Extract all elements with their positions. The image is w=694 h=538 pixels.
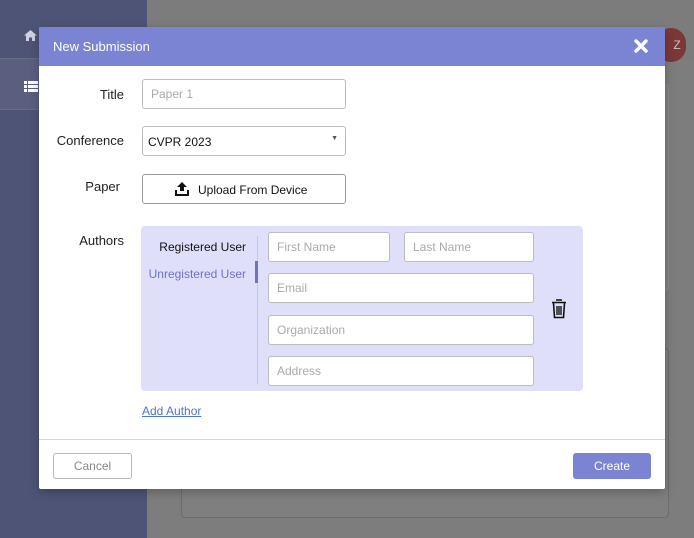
trash-icon	[552, 299, 566, 319]
delete-author-button[interactable]	[551, 299, 567, 319]
footer-divider	[39, 439, 665, 440]
caret-down-icon: ▼	[331, 135, 338, 142]
address-input[interactable]	[268, 356, 534, 386]
email-input[interactable]	[268, 273, 534, 303]
dialog-title: New Submission	[53, 39, 150, 54]
new-submission-dialog: New Submission Title Conference CVPR 202…	[39, 27, 665, 489]
list-icon	[24, 81, 38, 92]
tab-divider	[257, 236, 258, 384]
paper-label: Paper	[85, 179, 120, 194]
add-author-link[interactable]: Add Author	[142, 404, 201, 418]
cancel-button[interactable]: Cancel	[53, 453, 132, 479]
last-name-input[interactable]	[404, 232, 534, 262]
organization-input[interactable]	[268, 315, 534, 345]
upload-button[interactable]: Upload From Device	[142, 174, 346, 204]
create-button[interactable]: Create	[573, 453, 651, 479]
conference-label: Conference	[56, 133, 124, 148]
conference-select[interactable]: CVPR 2023 ▼	[142, 126, 346, 156]
title-input[interactable]	[142, 79, 346, 109]
dialog-header: New Submission	[39, 27, 665, 66]
home-icon	[24, 30, 37, 41]
authors-label: Authors	[79, 233, 124, 248]
upload-label: Upload From Device	[198, 183, 308, 197]
title-label: Title	[99, 87, 124, 102]
conference-value: CVPR 2023	[148, 135, 212, 149]
active-tab-indicator	[255, 261, 258, 283]
avatar-initial: Z	[673, 38, 681, 52]
upload-icon	[175, 182, 189, 196]
tab-unregistered-user[interactable]: Unregistered User	[148, 267, 246, 281]
author-entry-panel: Registered User Unregistered User	[141, 226, 583, 391]
tab-registered-user[interactable]: Registered User	[148, 240, 246, 254]
close-icon	[634, 39, 648, 53]
close-button[interactable]	[629, 33, 653, 59]
first-name-input[interactable]	[268, 232, 390, 262]
